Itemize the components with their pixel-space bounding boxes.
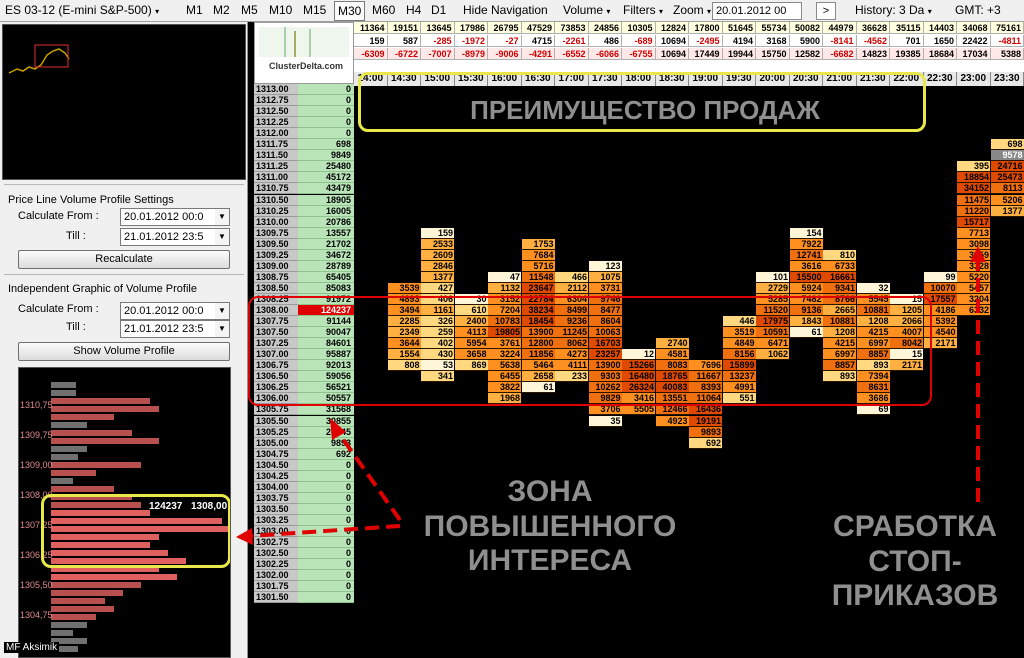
arrowhead-icon	[236, 528, 253, 545]
arrow-to-ladder	[336, 430, 402, 522]
arrowhead-icon	[330, 418, 346, 440]
arrowhead-icon	[970, 246, 986, 262]
arrow-to-profile	[249, 524, 401, 538]
annotation-arrows	[236, 246, 986, 545]
clusterdelta-window: ES 03-12 (E-mini S&P-500) ▾ M1 M2 M5 M10…	[0, 0, 1024, 658]
